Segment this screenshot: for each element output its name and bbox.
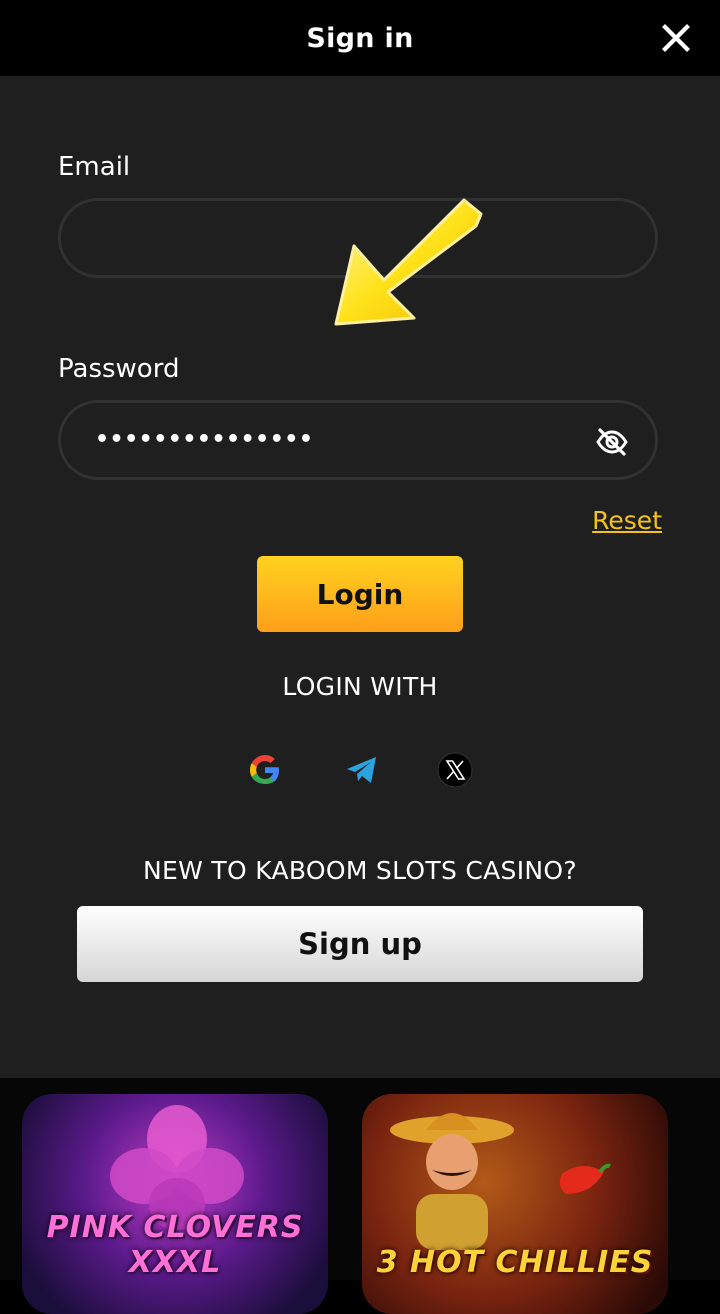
close-icon[interactable] [656, 18, 696, 58]
password-field-container[interactable]: ••••••••••••••• [58, 400, 658, 480]
email-label: Email [58, 152, 131, 182]
eye-off-icon[interactable] [595, 425, 629, 459]
x-icon[interactable] [437, 752, 473, 788]
header-bar: Sign in [0, 0, 720, 76]
password-label: Password [58, 354, 180, 384]
password-input[interactable]: ••••••••••••••• [95, 403, 313, 477]
google-icon[interactable] [247, 752, 283, 788]
sign-up-button[interactable]: Sign up [77, 906, 643, 982]
login-button[interactable]: Login [257, 556, 463, 632]
email-input[interactable] [91, 201, 571, 275]
telegram-icon[interactable] [344, 752, 380, 788]
game-tile-pink-clovers[interactable]: PINK CLOVERS XXXL [22, 1094, 328, 1314]
mariachi-icon [390, 1113, 514, 1250]
page-title: Sign in [306, 22, 414, 54]
reset-password-link[interactable]: Reset [592, 506, 662, 535]
signup-prompt: NEW TO KABOOM SLOTS CASINO? [143, 856, 577, 885]
login-with-heading: LOGIN WITH [282, 672, 438, 701]
sign-in-panel: Email Password ••••••••••••••• Reset Log… [0, 76, 720, 1078]
chili-icon [559, 1163, 611, 1194]
games-strip: PINK CLOVERS XXXL 3 HOT CHILLIES [0, 1078, 720, 1314]
game-title: PINK CLOVERS XXXL [46, 1210, 304, 1280]
email-field-container[interactable] [58, 198, 658, 278]
game-title: 3 HOT CHILLIES [376, 1245, 654, 1280]
game-tile-hot-chillies[interactable]: 3 HOT CHILLIES [362, 1094, 668, 1314]
